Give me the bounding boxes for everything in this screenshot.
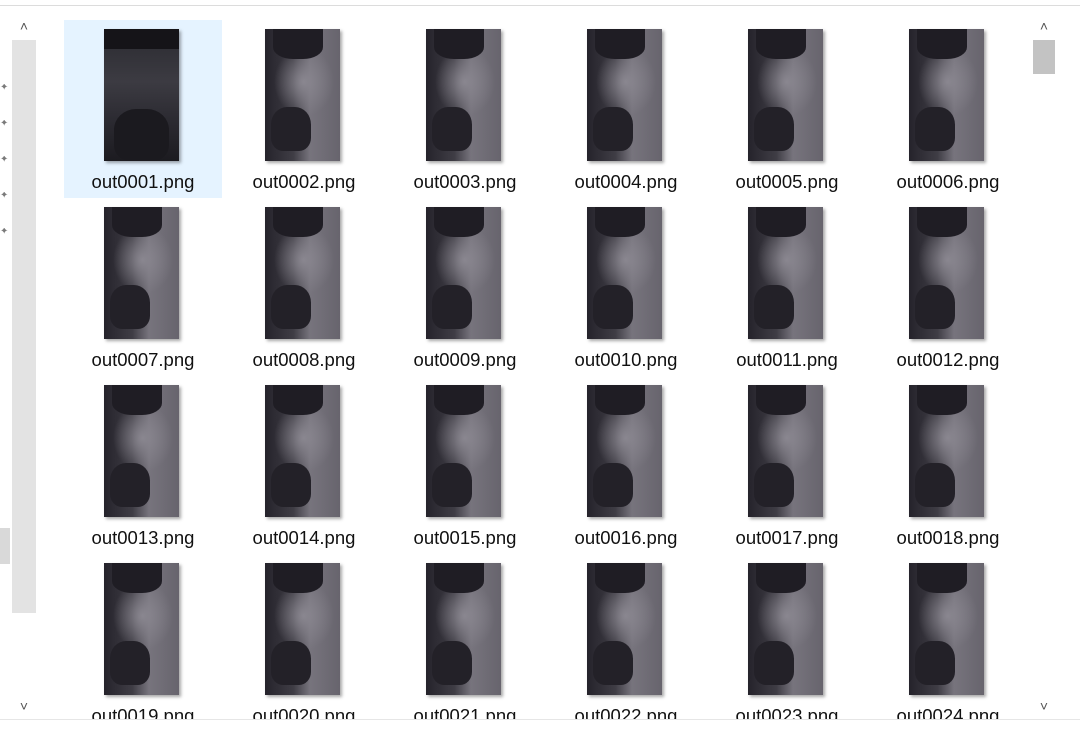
file-item[interactable]: out0024.png: [869, 554, 1027, 719]
file-thumbnail: [748, 207, 823, 339]
file-thumbnail: [909, 385, 984, 517]
file-item[interactable]: out0004.png: [547, 20, 705, 198]
file-name: out0023.png: [735, 705, 839, 719]
file-item[interactable]: out0012.png: [869, 198, 1027, 376]
file-thumbnail: [909, 207, 984, 339]
file-item[interactable]: out0020.png: [225, 554, 383, 719]
file-name: out0022.png: [574, 705, 678, 719]
file-thumbnail: [748, 563, 823, 695]
file-name: out0010.png: [574, 349, 678, 370]
file-name: out0002.png: [252, 171, 356, 192]
file-name: out0016.png: [574, 527, 678, 548]
file-name: out0001.png: [91, 171, 195, 192]
file-item[interactable]: out0021.png: [386, 554, 544, 719]
vertical-scrollbar[interactable]: [1032, 12, 1056, 720]
file-thumbnail: [265, 385, 340, 517]
file-name: out0017.png: [735, 527, 839, 548]
file-item[interactable]: out0009.png: [386, 198, 544, 376]
file-name: out0011.png: [736, 349, 838, 370]
chevron-up-icon: ˄: [19, 18, 29, 34]
chevron-down-icon: ˅: [1039, 698, 1049, 714]
file-thumbnail: [265, 29, 340, 161]
file-item[interactable]: out0023.png: [708, 554, 866, 719]
file-thumbnail: [587, 207, 662, 339]
nav-scroll-up-button[interactable]: ˄: [12, 14, 36, 38]
scroll-up-button[interactable]: ˄: [1032, 14, 1056, 38]
file-item[interactable]: out0017.png: [708, 376, 866, 554]
pin-icon: ✦: [0, 156, 8, 164]
file-name: out0006.png: [896, 171, 1000, 192]
file-item[interactable]: out0007.png: [64, 198, 222, 376]
file-thumbnail: [587, 563, 662, 695]
file-name: out0008.png: [252, 349, 356, 370]
file-name: out0018.png: [896, 527, 1000, 548]
file-item[interactable]: out0008.png: [225, 198, 383, 376]
file-item[interactable]: out0011.png: [708, 198, 866, 376]
file-thumbnail: [587, 29, 662, 161]
file-item[interactable]: out0013.png: [64, 376, 222, 554]
file-item[interactable]: out0006.png: [869, 20, 1027, 198]
file-thumbnail: [265, 207, 340, 339]
nav-selected-item[interactable]: [0, 528, 10, 564]
file-thumbnail: [104, 207, 179, 339]
nav-scroll-down-button[interactable]: ˅: [12, 694, 36, 718]
file-thumbnail: [426, 207, 501, 339]
file-item[interactable]: out0015.png: [386, 376, 544, 554]
file-name: out0009.png: [413, 349, 517, 370]
vertical-scrollbar-thumb[interactable]: [1033, 40, 1055, 74]
file-name: out0003.png: [413, 171, 517, 192]
file-name: out0015.png: [413, 527, 517, 548]
file-thumbnail: [587, 385, 662, 517]
file-thumbnail: [909, 563, 984, 695]
file-item[interactable]: out0002.png: [225, 20, 383, 198]
scroll-down-button[interactable]: ˅: [1032, 694, 1056, 718]
chevron-up-icon: ˄: [1039, 18, 1049, 34]
file-name: out0007.png: [91, 349, 195, 370]
file-item[interactable]: out0003.png: [386, 20, 544, 198]
pin-icon: ✦: [0, 84, 8, 92]
file-thumbnail: [104, 29, 179, 161]
file-name: out0021.png: [413, 705, 517, 719]
file-thumbnail: [748, 385, 823, 517]
bottom-divider: [0, 719, 1080, 720]
file-item[interactable]: out0010.png: [547, 198, 705, 376]
file-name: out0014.png: [252, 527, 356, 548]
pin-icon: ✦: [0, 228, 8, 236]
file-item[interactable]: out0019.png: [64, 554, 222, 719]
file-thumbnail: [104, 563, 179, 695]
chevron-down-icon: ˅: [19, 698, 29, 714]
file-name: out0004.png: [574, 171, 678, 192]
file-thumbnail: [426, 563, 501, 695]
file-thumbnail: [426, 385, 501, 517]
file-item[interactable]: out0016.png: [547, 376, 705, 554]
file-item[interactable]: out0018.png: [869, 376, 1027, 554]
file-item[interactable]: out0022.png: [547, 554, 705, 719]
file-grid: out0001.png out0002.png out0003.png out0004…: [62, 20, 1028, 719]
file-name: out0005.png: [735, 171, 839, 192]
file-name: out0019.png: [91, 705, 195, 719]
file-thumbnail: [265, 563, 340, 695]
file-thumbnail: [748, 29, 823, 161]
file-name: out0012.png: [896, 349, 1000, 370]
pin-icon: ✦: [0, 120, 8, 128]
file-name: out0013.png: [91, 527, 195, 548]
file-item[interactable]: out0001.png: [64, 20, 222, 198]
file-item[interactable]: out0014.png: [225, 376, 383, 554]
nav-scrollbar-thumb[interactable]: [12, 40, 36, 613]
file-name: out0020.png: [252, 705, 356, 719]
top-divider: [0, 5, 1080, 6]
file-thumbnail: [909, 29, 984, 161]
file-item[interactable]: out0005.png: [708, 20, 866, 198]
pin-icon: ✦: [0, 192, 8, 200]
file-name: out0024.png: [896, 705, 1000, 719]
file-thumbnail: [104, 385, 179, 517]
file-thumbnail: [426, 29, 501, 161]
